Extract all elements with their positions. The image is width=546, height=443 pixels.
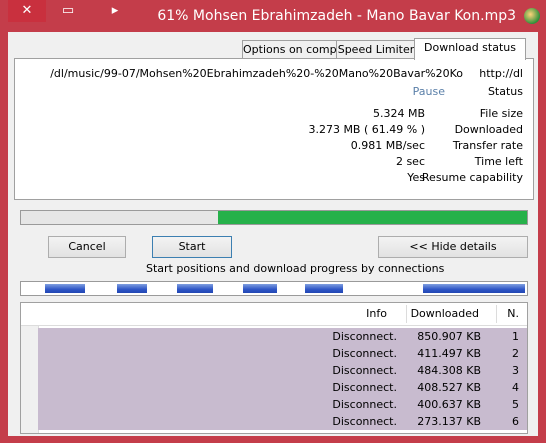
status-label: Status	[487, 85, 523, 98]
downloaded-label: Downloaded	[454, 123, 523, 136]
table-row[interactable]: 1 850.907 KB Disconnect.	[38, 328, 527, 345]
url-value: /dl/music/99-07/Mohsen%20Ebrahimzadeh%20…	[50, 67, 463, 80]
file-size-value: 5.324 MB	[372, 107, 425, 120]
connection-segment	[117, 284, 147, 293]
table-row[interactable]: 5 400.637 KB Disconnect.	[38, 396, 527, 413]
column-header-number[interactable]: N.	[507, 307, 519, 320]
row-number: 4	[512, 381, 519, 394]
row-number: 2	[512, 347, 519, 360]
cancel-button[interactable]: Cancel	[48, 236, 126, 258]
row-info: Disconnect.	[332, 330, 397, 343]
row-downloaded: 850.907 KB	[417, 330, 481, 343]
title-bar[interactable]: ✕ ▭ ▸ 61% Mohsen Ebrahimzadeh - Mano Bav…	[0, 0, 546, 32]
tab-download-status[interactable]: Download status	[414, 38, 526, 60]
download-progress-fill	[218, 211, 527, 224]
row-downloaded: 411.497 KB	[417, 347, 481, 360]
transfer-rate-label: Transfer rate	[452, 139, 523, 152]
table-header: N. Downloaded Info	[21, 303, 527, 326]
row-number: 1	[512, 330, 519, 343]
row-info: Disconnect.	[332, 415, 397, 428]
row-downloaded: 400.637 KB	[417, 398, 481, 411]
row-info: Disconnect.	[332, 398, 397, 411]
tab-options-on-completion[interactable]: Options on completion	[242, 40, 368, 59]
resume-capability-label: Resume capability	[421, 171, 523, 184]
row-number: 5	[512, 398, 519, 411]
column-divider	[406, 305, 407, 323]
connections-table: N. Downloaded Info 1 850.907 KB Disconne…	[20, 302, 528, 434]
close-button[interactable]: ✕	[8, 0, 46, 22]
row-info: Disconnect.	[332, 381, 397, 394]
window-title: 61% Mohsen Ebrahimzadeh - Mano Bavar Kon…	[157, 8, 516, 24]
table-row[interactable]: 4 408.527 KB Disconnect.	[38, 379, 527, 396]
row-info: Disconnect.	[332, 347, 397, 360]
client-area: Options on completion Speed Limiter Down…	[8, 32, 538, 436]
time-left-label: Time left	[474, 155, 523, 168]
url-label: http://dl	[479, 67, 523, 80]
row-number: 3	[512, 364, 519, 377]
file-size-label: File size	[479, 107, 523, 120]
connections-progress-bar	[20, 281, 528, 296]
transfer-rate-value: 0.981 MB/sec	[350, 139, 425, 152]
downloaded-value: 3.273 MB ( 61.49 % )	[308, 123, 425, 136]
table-row[interactable]: 3 484.308 KB Disconnect.	[38, 362, 527, 379]
app-icon	[524, 8, 540, 24]
connection-segment	[177, 284, 213, 293]
start-button[interactable]: Start	[152, 236, 232, 258]
download-status-panel: http://dl /dl/music/99-07/Mohsen%20Ebrah…	[14, 58, 534, 200]
row-downloaded: 484.308 KB	[417, 364, 481, 377]
tab-speed-limiter[interactable]: Speed Limiter	[336, 40, 416, 59]
connection-segment	[243, 284, 277, 293]
table-row[interactable]: 6 273.137 KB Disconnect.	[38, 413, 527, 430]
minimize-button[interactable]: ▸	[104, 0, 126, 22]
connection-segment	[45, 284, 85, 293]
hide-details-button[interactable]: << Hide details	[378, 236, 528, 258]
download-progress-bar	[20, 210, 528, 225]
time-left-value: 2 sec	[395, 155, 425, 168]
column-divider	[496, 305, 497, 323]
resume-capability-value: Yes	[407, 171, 425, 184]
row-downloaded: 408.527 KB	[417, 381, 481, 394]
download-window: ✕ ▭ ▸ 61% Mohsen Ebrahimzadeh - Mano Bav…	[0, 0, 546, 443]
connection-segment	[305, 284, 343, 293]
row-number: 6	[512, 415, 519, 428]
column-header-info[interactable]: Info	[366, 307, 387, 320]
row-downloaded: 273.137 KB	[417, 415, 481, 428]
column-header-downloaded[interactable]: Downloaded	[411, 307, 479, 320]
maximize-button[interactable]: ▭	[58, 0, 78, 22]
connection-segment	[423, 284, 525, 293]
row-info: Disconnect.	[332, 364, 397, 377]
status-value: Pause	[412, 85, 445, 98]
connections-progress-label: Start positions and download progress by…	[146, 262, 445, 275]
table-row[interactable]: 2 411.497 KB Disconnect.	[38, 345, 527, 362]
